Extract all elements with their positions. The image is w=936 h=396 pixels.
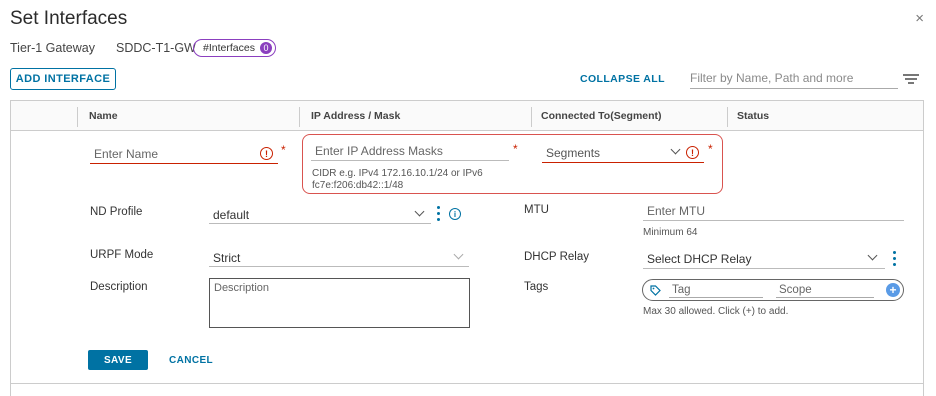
dhcp-relay-more-icon[interactable]	[893, 251, 896, 269]
name-error-icon: !	[260, 147, 273, 160]
segment-error-icon: !	[686, 146, 699, 159]
save-button[interactable]: SAVE	[88, 350, 148, 370]
gateway-label: Tier-1 Gateway	[10, 41, 95, 55]
add-tag-icon[interactable]: +	[886, 283, 900, 297]
tags-input-group: +	[642, 279, 904, 301]
column-name: Name	[89, 110, 118, 122]
close-icon[interactable]: ×	[915, 10, 924, 27]
tags-hint: Max 30 allowed. Click (+) to add.	[643, 306, 789, 317]
nd-profile-select[interactable]: default	[209, 204, 431, 224]
column-status: Status	[737, 110, 770, 122]
tags-label: Tags	[524, 281, 549, 293]
dialog-title: Set Interfaces	[10, 8, 128, 29]
scope-input[interactable]	[776, 283, 874, 298]
table-header: Name IP Address / Mask Connected To(Segm…	[11, 101, 923, 131]
name-required-mark: *	[281, 143, 286, 157]
description-textarea[interactable]	[209, 278, 470, 328]
segment-required-mark: *	[708, 142, 713, 156]
tag-input[interactable]	[669, 283, 763, 298]
interfaces-count-badge: #Interfaces 0	[193, 39, 276, 57]
ip-hint-line1: CIDR e.g. IPv4 172.16.10.1/24 or IPv6	[312, 168, 483, 179]
info-icon[interactable]: i	[449, 208, 461, 220]
add-interface-button[interactable]: ADD INTERFACE	[10, 68, 116, 90]
interfaces-count: 0	[259, 42, 272, 54]
interfaces-pill-label: #Interfaces	[203, 42, 255, 54]
chevron-down-icon	[867, 250, 878, 261]
tag-icon	[650, 285, 661, 296]
segment-placeholder: Segments	[546, 146, 601, 160]
ip-hint-line2: fc7e:f206:db42::1/48	[312, 180, 404, 191]
dhcp-relay-label: DHCP Relay	[524, 251, 589, 263]
segment-select[interactable]: Segments	[542, 143, 704, 163]
chevron-down-icon	[453, 249, 464, 260]
nd-profile-label: ND Profile	[90, 206, 143, 218]
nd-profile-more-icon[interactable]	[437, 206, 440, 224]
filter-input[interactable]	[690, 67, 898, 89]
cancel-button[interactable]: CANCEL	[169, 355, 213, 366]
ip-address-input[interactable]	[311, 141, 509, 161]
urpf-mode-select[interactable]: Strict	[209, 247, 469, 267]
chevron-down-icon	[414, 206, 425, 217]
column-connected-to: Connected To(Segment)	[541, 110, 662, 122]
urpf-mode-value: Strict	[213, 251, 241, 265]
dhcp-relay-select[interactable]: Select DHCP Relay	[643, 249, 885, 269]
mtu-input[interactable]	[643, 201, 904, 221]
gateway-name: SDDC-T1-GW	[116, 41, 196, 55]
dhcp-relay-placeholder: Select DHCP Relay	[647, 252, 752, 266]
name-input[interactable]	[90, 144, 278, 164]
nd-profile-value: default	[213, 208, 250, 222]
description-label: Description	[90, 281, 148, 293]
collapse-all-button[interactable]: COLLAPSE ALL	[580, 73, 665, 85]
row-divider	[11, 383, 923, 384]
filter-icon[interactable]	[903, 74, 919, 84]
ip-required-mark: *	[513, 142, 518, 156]
interfaces-table: Name IP Address / Mask Connected To(Segm…	[10, 100, 924, 396]
chevron-down-icon	[670, 144, 681, 155]
column-ip-address: IP Address / Mask	[311, 110, 401, 122]
urpf-mode-label: URPF Mode	[90, 249, 154, 261]
mtu-hint: Minimum 64	[643, 227, 698, 238]
mtu-label: MTU	[524, 204, 549, 216]
